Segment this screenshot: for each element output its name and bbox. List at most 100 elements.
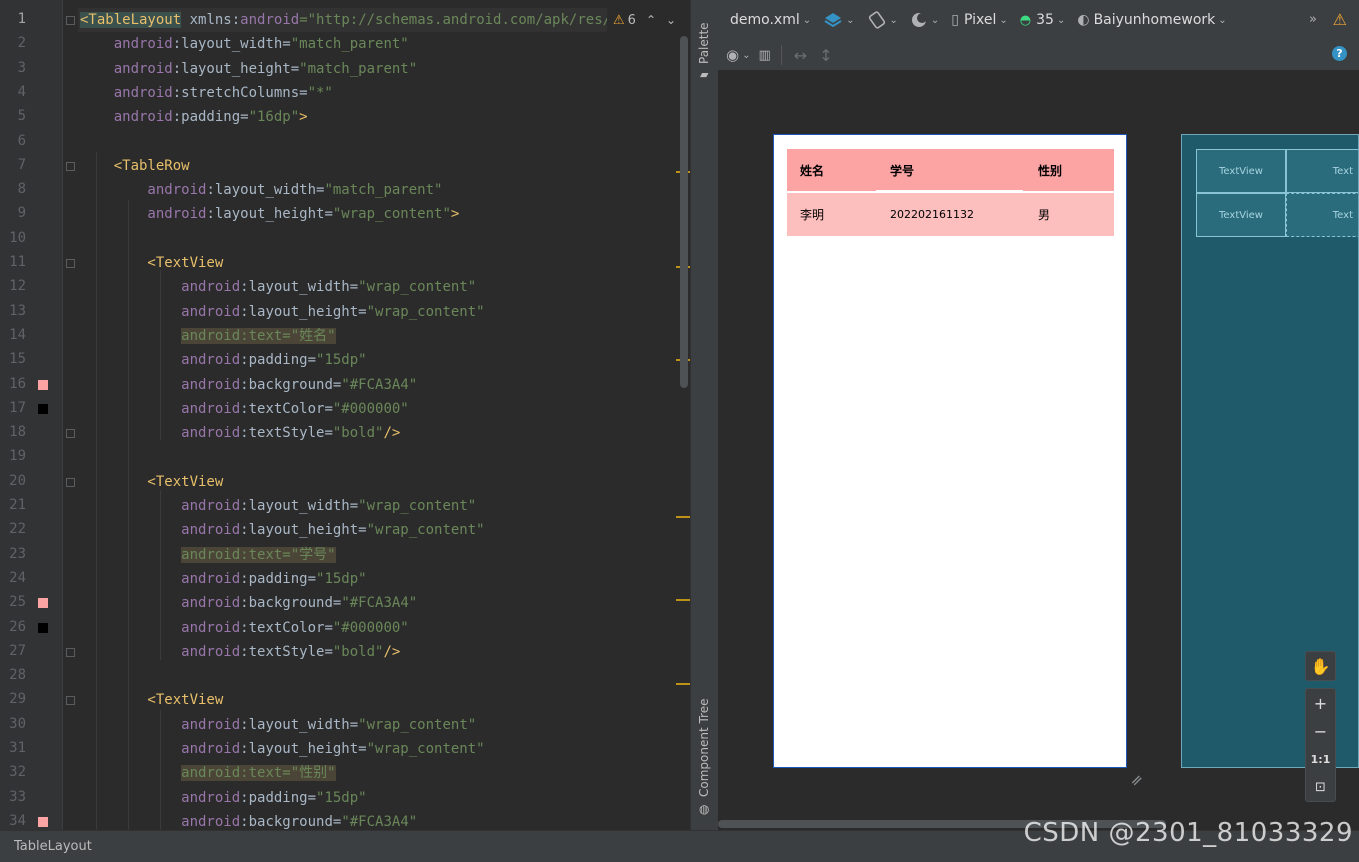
code-line[interactable]: android:background="#FCA3A4" (80, 373, 417, 397)
code-line[interactable]: android:layout_width="match_parent" (80, 32, 409, 56)
fold-icon[interactable] (66, 161, 75, 171)
row-gender-cell[interactable]: 男 (1038, 193, 1050, 236)
night-mode-button[interactable]: ⌄ (910, 11, 939, 29)
line-number: 32 (9, 764, 26, 781)
design-canvas[interactable]: 姓名 学号 性别 李明 202202161132 男 ═ TextView Te… (718, 71, 1359, 820)
code-line[interactable]: android:layout_height="wrap_content" (80, 737, 484, 761)
code-line[interactable]: android:textColor="#000000" (80, 397, 409, 421)
code-line[interactable]: android:layout_width="wrap_content" (80, 275, 476, 299)
fold-icon[interactable] (66, 429, 75, 439)
indent-guide (160, 710, 161, 830)
blueprint-cell[interactable]: Text (1286, 149, 1358, 193)
layout-preview[interactable]: 姓名 学号 性别 李明 202202161132 男 (773, 134, 1127, 768)
code-line[interactable]: android:background="#FCA3A4" (80, 810, 417, 830)
color-swatch-icon[interactable] (38, 598, 48, 609)
file-selector[interactable]: demo.xml ⌄ (730, 12, 811, 28)
pan-tool[interactable]: ✋ (1305, 651, 1336, 681)
help-icon[interactable]: ? (1332, 46, 1347, 61)
design-surface-button[interactable]: ⌄ (823, 10, 855, 30)
warning-marker[interactable] (676, 683, 690, 685)
code-line[interactable]: android:layout_height="match_parent" (80, 57, 417, 81)
code-line[interactable]: <TableLayout xmlns:android="http://schem… (80, 8, 636, 32)
chevron-down-icon: ⌄ (846, 14, 855, 26)
code-line[interactable]: android:layout_height="wrap_content" (80, 518, 484, 542)
zoom-fit-icon[interactable]: ⊡ (1306, 773, 1335, 801)
header-id-cell[interactable]: 学号 (890, 149, 914, 191)
theme-selector[interactable]: ◐ Baiyunhomework ⌄ (1077, 12, 1226, 28)
code-line[interactable]: android:layout_width="wrap_content" (80, 713, 476, 737)
code-token: android (80, 109, 173, 126)
code-token: :layout_height= (206, 206, 333, 223)
color-swatch-icon[interactable] (38, 816, 48, 827)
fold-icon[interactable] (66, 16, 75, 25)
device-selector[interactable]: ▯ Pixel ⌄ (951, 12, 1008, 28)
code-line[interactable]: android:text="姓名" (80, 324, 336, 348)
editor-vertical-scrollbar[interactable] (680, 36, 688, 388)
zoom-out-icon[interactable]: − (1306, 717, 1335, 745)
vertical-constraint-button[interactable]: ↕ (819, 46, 832, 65)
next-warning-icon[interactable]: ⌄ (666, 13, 676, 27)
color-swatch-icon[interactable] (38, 379, 48, 390)
overflow-icon[interactable]: » (1309, 12, 1317, 27)
code-line[interactable]: android:layout_height="wrap_content"> (80, 202, 459, 226)
fold-icon[interactable] (66, 647, 75, 657)
line-number: 11 (9, 254, 26, 270)
code-line[interactable]: android:stretchColumns="*" (80, 81, 333, 105)
code-line[interactable]: android:padding="15dp" (80, 786, 366, 810)
warning-marker[interactable] (676, 516, 690, 518)
breadcrumb[interactable]: TableLayout (14, 839, 92, 854)
code-line[interactable]: android:layout_width="wrap_content" (80, 494, 476, 518)
blueprint-cell[interactable]: TextView (1196, 193, 1286, 237)
code-line[interactable]: <TextView (80, 470, 223, 494)
code-token: :textColor= (240, 619, 333, 636)
previous-warning-icon[interactable]: ⌃ (646, 13, 656, 27)
view-options-button[interactable]: ◉ ⌄ (726, 46, 750, 64)
palette-tab[interactable]: Palette (697, 22, 711, 64)
color-swatch-icon[interactable] (38, 403, 48, 414)
header-name-cell[interactable]: 姓名 (800, 149, 824, 191)
table-header-row[interactable] (787, 149, 1114, 191)
color-swatch-icon[interactable] (38, 622, 48, 633)
inspection-widget[interactable]: ⚠ 6 ⌃ ⌄ (607, 8, 689, 32)
code-line[interactable]: android:text="学号" (80, 543, 336, 567)
row-id-cell[interactable]: 202202161132 (890, 193, 974, 236)
component-tree-tab[interactable]: Component Tree (697, 699, 711, 797)
line-number: 1 (17, 11, 26, 27)
blueprint-cell[interactable]: Text (1286, 193, 1358, 237)
line-number: 29 (9, 691, 26, 708)
orientation-button[interactable]: ⌄ (867, 10, 898, 30)
api-level-selector[interactable]: ◓ 35 ⌄ (1020, 12, 1066, 28)
zoom-actual-size-button[interactable]: 1:1 (1306, 745, 1335, 773)
code-token: :layout_width= (240, 498, 359, 514)
code-line[interactable]: android:background="#FCA3A4" (80, 591, 417, 615)
warning-marker[interactable] (676, 599, 690, 601)
code-line[interactable]: android:padding="15dp" (80, 567, 366, 591)
line-number: 25 (9, 594, 26, 611)
zoom-in-icon[interactable]: + (1306, 689, 1335, 717)
code-token: :layout_width= (240, 279, 359, 296)
horizontal-constraint-button[interactable]: ↔ (794, 46, 807, 65)
code-line[interactable]: android:textColor="#000000" (80, 616, 409, 640)
code-line[interactable]: android:padding="15dp" (80, 348, 366, 372)
code-line[interactable]: android:layout_height="wrap_content" (80, 300, 484, 324)
warning-icon[interactable]: ⚠ (1333, 10, 1347, 29)
code-line[interactable]: android:layout_width="match_parent" (80, 178, 442, 202)
blueprint-toggle[interactable]: ▥ (758, 48, 770, 63)
code-token: :padding= (172, 109, 249, 126)
code-line[interactable]: <TextView (80, 251, 223, 275)
code-line[interactable]: android:text="性别" (80, 761, 336, 785)
code-token: "match_parent" (290, 36, 409, 53)
blueprint-cell[interactable]: TextView (1196, 149, 1286, 193)
fold-icon[interactable] (66, 696, 75, 706)
code-editor[interactable]: <TableLayout xmlns:android="http://schem… (0, 0, 690, 830)
fold-icon[interactable] (66, 477, 75, 487)
fold-icon[interactable] (66, 259, 75, 268)
code-line[interactable]: <TextView (80, 688, 223, 712)
code-line[interactable]: android:padding="16dp"> (80, 105, 308, 129)
row-name-cell[interactable]: 李明 (800, 193, 824, 236)
chevron-down-icon: ⌄ (999, 14, 1008, 26)
hand-icon[interactable]: ✋ (1306, 652, 1335, 680)
header-gender-cell[interactable]: 性别 (1038, 149, 1062, 191)
chevron-down-icon: ⌄ (889, 14, 898, 26)
resize-handle-icon[interactable]: ═ (1127, 770, 1147, 790)
